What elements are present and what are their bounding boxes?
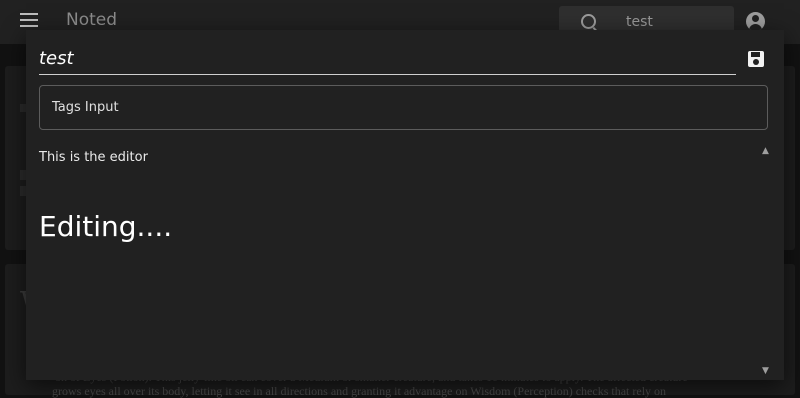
editor-text: This is the editor [39, 150, 148, 165]
editing-status: Editing.... [39, 210, 173, 243]
background-text-line: grows eyes all over its body, letting it… [52, 384, 667, 398]
menu-icon[interactable] [20, 13, 38, 27]
app-title: Noted [66, 10, 118, 30]
scroll-up-icon[interactable]: ▲ [762, 146, 769, 156]
tags-input-label: Tags Input [52, 100, 119, 115]
note-title-input[interactable]: test [39, 46, 736, 75]
editor-scrollbar[interactable]: ▲ ▼ [762, 146, 770, 376]
tags-input[interactable]: Tags Input [39, 85, 768, 130]
save-icon[interactable] [748, 51, 764, 67]
search-icon [581, 14, 596, 29]
account-circle-icon[interactable] [746, 12, 765, 31]
scroll-down-icon[interactable]: ▼ [762, 366, 769, 376]
note-editor[interactable]: This is the editor Editing.... [39, 148, 757, 374]
note-editor-dialog: test Tags Input This is the editor Editi… [26, 30, 784, 380]
search-input[interactable]: test [626, 14, 653, 30]
